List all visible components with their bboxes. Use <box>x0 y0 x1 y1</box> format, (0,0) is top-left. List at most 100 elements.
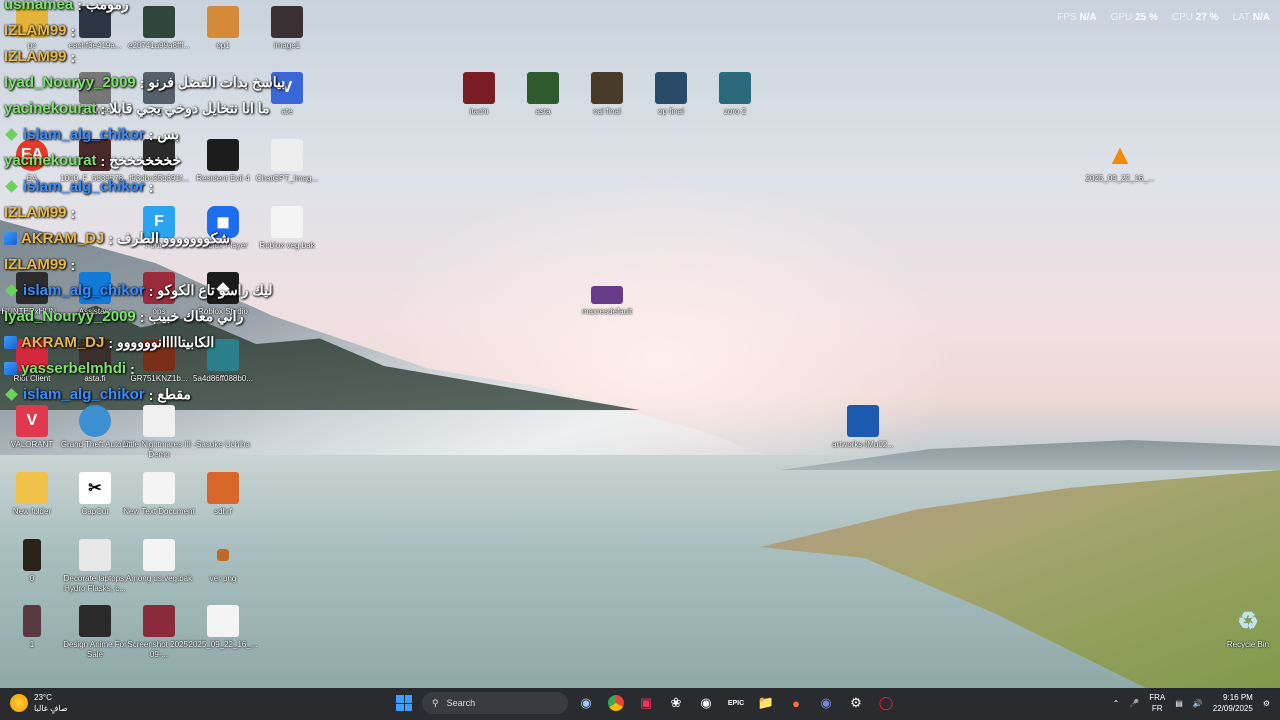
chat-message: yasserbelmhdi : <box>4 360 135 377</box>
document-icon <box>143 539 175 571</box>
steam-icon[interactable]: ◉ <box>574 691 598 715</box>
desktop-icon[interactable]: Among us.veg.bak <box>126 539 192 584</box>
subscriber-badge-icon <box>5 284 18 297</box>
image-file-icon <box>655 72 687 104</box>
clock[interactable]: 9:16 PM 22/09/2025 <box>1213 692 1253 714</box>
image-file-icon <box>271 139 303 171</box>
chrome-icon[interactable] <box>604 691 628 715</box>
chat-message: islam_alg_chikor : مقطع <box>4 386 191 403</box>
language-indicator[interactable]: FRA FR <box>1149 692 1165 714</box>
text-document-icon <box>143 472 175 504</box>
taskbar: 23°C صافٍ غالبا ⚲ Search ◉ ▣ ❀ ◉ EPIC 📁 … <box>0 688 1280 720</box>
recycle-bin-icon: ♻ <box>1237 607 1259 635</box>
desktop-icon[interactable]: zoro 2 <box>703 72 767 117</box>
taskbar-apps: ⚲ Search ◉ ▣ ❀ ◉ EPIC 📁 ● ◉ ⚙ ◯ <box>392 691 898 715</box>
desktop-icon[interactable]: ✂ CapCut <box>63 472 127 517</box>
chat-message: islam_alg_chikor : بس <box>4 126 179 143</box>
microphone-icon[interactable]: 🎤 <box>1129 699 1139 708</box>
desktop-icon[interactable]: artworks-IMu02... <box>831 405 895 450</box>
fps-readout: FPS N/A <box>1057 12 1097 23</box>
desktop-icon[interactable]: sdhrf <box>191 472 255 517</box>
image-file-icon <box>207 405 239 437</box>
document-icon <box>271 206 303 238</box>
cpu-readout: CPU 27 % <box>1171 12 1219 23</box>
chat-message: Iyad_Nouryy_2009 : راني معاك خبيب <box>4 308 244 325</box>
windows-logo-icon <box>396 695 412 711</box>
weather-temperature: 23°C <box>34 693 52 702</box>
image-file-icon <box>217 549 229 561</box>
desktop-icon[interactable]: Little Nightmares III - Demo <box>122 405 196 460</box>
search-icon: ⚲ <box>432 697 439 708</box>
moderator-badge-icon <box>4 232 17 245</box>
file-explorer-icon[interactable]: 📁 <box>754 691 778 715</box>
gpu-readout: GPU 25 % <box>1110 12 1158 23</box>
chat-message: yacinekourat : خخخخخخخخ <box>4 152 182 169</box>
desktop-icon[interactable]: itachi <box>447 72 511 117</box>
snipping-tool-icon[interactable]: ▣ <box>634 691 658 715</box>
desktop-icon[interactable]: Roblox veg.bak <box>255 206 319 251</box>
desktop-icon[interactable]: e20741a99a8fff... <box>127 6 191 51</box>
desktop-icon[interactable]: op final <box>639 72 703 117</box>
volume-icon[interactable]: 🔊 <box>1193 699 1203 708</box>
firefox-icon[interactable]: ● <box>784 691 808 715</box>
image-file-icon <box>591 72 623 104</box>
chatgpt-icon[interactable]: ❀ <box>664 691 688 715</box>
chat-message: Iyad_Nouryy_2009 : بياسخ بدات الفضل فرنو <box>4 74 286 91</box>
epic-games-icon[interactable]: EPIC <box>724 691 748 715</box>
settings-icon[interactable]: ⚙ <box>844 691 868 715</box>
search-placeholder: Search <box>446 698 476 708</box>
chat-message: yacinekourat : ما انا نتخايل دوخي يجي قا… <box>4 100 270 117</box>
start-button[interactable] <box>392 691 416 715</box>
desktop-icon[interactable]: Sasuke Uchiha <box>191 405 255 450</box>
image-file-icon <box>207 472 239 504</box>
desktop-icon[interactable]: oal final <box>575 72 639 117</box>
desktop-icon[interactable]: ▲ 2025_09_22_16_... <box>1086 139 1155 184</box>
vlc-icon: ▲ <box>1106 139 1134 170</box>
desktop-icon[interactable]: 2025_09_22_16_... <box>189 605 257 650</box>
subscriber-badge-icon <box>5 388 18 401</box>
opera-icon[interactable]: ◯ <box>874 691 898 715</box>
image-file-icon <box>23 605 41 637</box>
performance-overlay: FPS N/A GPU 25 % CPU 27 % LAT N/A <box>1057 12 1270 23</box>
desktop-icon[interactable]: Decorate laptops, Hydro Flasks, c... <box>63 539 127 594</box>
game-icon <box>207 139 239 171</box>
notification-icon[interactable]: ⚙ <box>1263 699 1270 708</box>
desktop-icon[interactable]: Resident Evil 4 <box>191 139 255 184</box>
desktop-icon[interactable]: ♻ Recycle Bin <box>1216 605 1280 650</box>
image-file-icon <box>79 605 111 637</box>
image-file-icon <box>591 286 623 304</box>
discord-icon[interactable]: ◉ <box>814 691 838 715</box>
app-icon[interactable]: ◉ <box>694 691 718 715</box>
desktop-icon[interactable]: Screenshot 2025-09-... <box>127 605 191 660</box>
image-file-icon <box>463 72 495 104</box>
chat-message: IZLAM99 : <box>4 256 76 273</box>
weather-widget[interactable]: 23°C صافٍ غالبا <box>10 692 68 714</box>
desktop-icon[interactable]: image1 <box>255 6 319 51</box>
capcut-icon: ✂ <box>79 472 111 504</box>
image-file-icon <box>79 539 111 571</box>
chat-message: AKRAM_DJ : الكابيتااااانوووووو <box>4 334 214 351</box>
image-file-icon <box>143 605 175 637</box>
desktop-icon[interactable]: New Text Document <box>123 472 195 517</box>
chat-message: islam_alg_chikor : <box>4 178 153 195</box>
network-icon[interactable]: ▤ <box>1175 699 1183 708</box>
system-tray: ⌃ 🎤 FRA FR ▤ 🔊 9:16 PM 22/09/2025 ⚙ <box>1113 692 1270 714</box>
image-file-icon <box>207 6 239 38</box>
subscriber-badge-icon <box>5 128 18 141</box>
taskbar-search[interactable]: ⚲ Search <box>422 692 568 714</box>
desktop-icon[interactable]: ver png <box>191 539 255 584</box>
weather-description: صافٍ غالبا <box>34 704 68 713</box>
chat-message: islam_alg_chikor : ليك راسو تاع الكوكو <box>4 282 273 299</box>
desktop-icon[interactable]: asta <box>511 72 575 117</box>
desktop-icon[interactable]: op1 <box>191 6 255 51</box>
chat-message: usmamea : رمومب <box>4 0 129 13</box>
desktop-icon[interactable]: maxresdefault <box>575 286 639 317</box>
moderator-badge-icon <box>4 362 17 375</box>
chat-message: IZLAM99 : <box>4 204 76 221</box>
desktop-icon[interactable]: Design Anime For Sale <box>63 605 127 660</box>
image-file-icon <box>527 72 559 104</box>
desktop-icon[interactable]: Grand Theft Auto V <box>61 405 129 450</box>
subscriber-badge-icon <box>5 180 18 193</box>
chevron-up-icon[interactable]: ⌃ <box>1113 699 1120 708</box>
desktop-icon[interactable]: ChatGPT_Imag... <box>255 139 319 184</box>
